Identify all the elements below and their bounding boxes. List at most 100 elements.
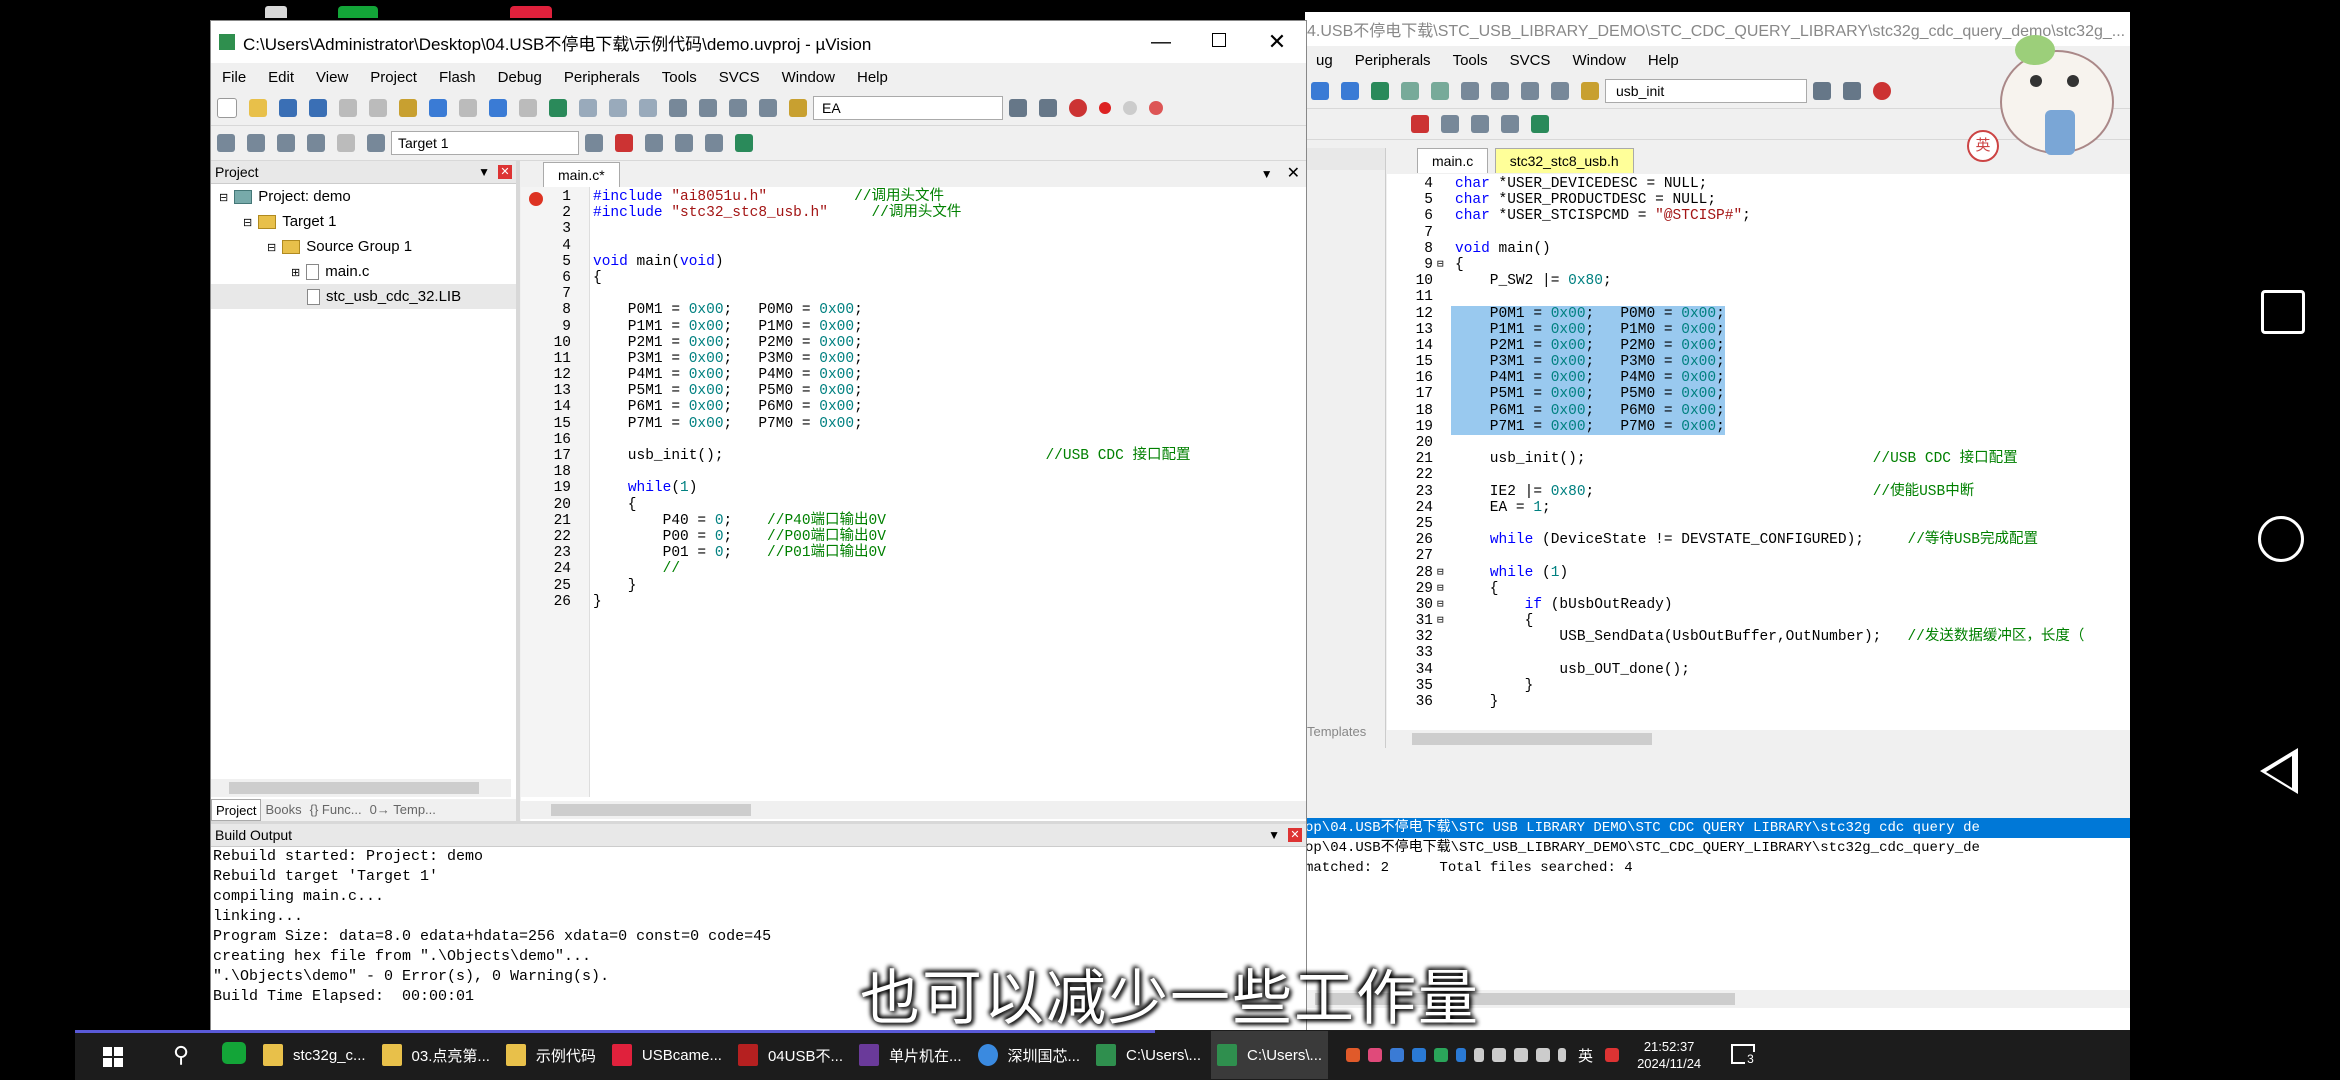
outdent-icon[interactable]: [1491, 82, 1509, 100]
incremental-find-icon[interactable]: [1843, 82, 1861, 100]
tab-functions[interactable]: {} Func...: [306, 799, 366, 821]
menu-item[interactable]: SVCS: [1499, 52, 1562, 69]
taskbar-item[interactable]: C:\Users\...: [1090, 1031, 1207, 1079]
code-line[interactable]: 32 USB_SendData(UsbOutBuffer,OutNumber);…: [1387, 629, 2130, 645]
panel-close-icon[interactable]: ✕: [498, 165, 512, 179]
tree-item-main-c[interactable]: ⊞ main.c: [211, 259, 516, 284]
indent-icon[interactable]: [1461, 82, 1479, 100]
code-line[interactable]: 25 }: [521, 578, 1306, 594]
code-line[interactable]: 8 P0M1 = 0x00; P0M0 = 0x00;: [521, 302, 1306, 318]
pin-icon[interactable]: ▼: [478, 165, 490, 179]
tree-item-target[interactable]: ⊟ Target 1: [211, 209, 516, 234]
wechat-taskbar-icon[interactable]: [211, 1041, 257, 1069]
taskbar-item[interactable]: 示例代码: [500, 1031, 602, 1079]
window2-tab-main[interactable]: main.c: [1417, 148, 1489, 173]
tab-list-icon[interactable]: ▼: [1261, 167, 1273, 181]
home-button[interactable]: [2258, 516, 2304, 562]
find-result-line[interactable]: op\04.USB不停电下载\STC USB LIBRARY DEMO\STC …: [1305, 818, 2130, 838]
menu-item[interactable]: Window: [771, 69, 846, 86]
breakpoint-disable-icon[interactable]: [1123, 101, 1137, 115]
code-line[interactable]: 6 char *USER_STCISPCMD = "@STCISP#";: [1387, 208, 2130, 224]
code-line[interactable]: 4: [521, 238, 1306, 254]
bookmark-clear-icon[interactable]: [639, 99, 657, 117]
code-line[interactable]: 10 P2M1 = 0x00; P2M0 = 0x00;: [521, 335, 1306, 351]
editor-hscrollbar[interactable]: [521, 801, 1306, 819]
code-line[interactable]: 8 void main(): [1387, 241, 2130, 257]
uncomment-icon[interactable]: [759, 99, 777, 117]
code-line[interactable]: 21 usb_init(); //USB CDC 接口配置: [1387, 451, 2130, 467]
pack-icon[interactable]: [1501, 115, 1519, 133]
manage-components-icon[interactable]: [645, 134, 663, 152]
panel-close-icon[interactable]: ✕: [1288, 828, 1302, 842]
target-select[interactable]: Target 1: [391, 131, 579, 155]
code-line[interactable]: 15 P3M1 = 0x00; P3M0 = 0x00;: [1387, 354, 2130, 371]
undo-icon[interactable]: [429, 99, 447, 117]
tab-close-icon[interactable]: ✕: [1287, 163, 1300, 183]
menu-item[interactable]: Flash: [428, 69, 487, 86]
code-line[interactable]: 16 P4M1 = 0x00; P4M0 = 0x00;: [1387, 370, 2130, 387]
select-pack-icon[interactable]: [675, 134, 693, 152]
stop-build-icon[interactable]: [337, 134, 355, 152]
code-line[interactable]: 26 while (DeviceState != DEVSTATE_CONFIG…: [1387, 532, 2130, 548]
cut-icon[interactable]: [339, 99, 357, 117]
taskbar-item[interactable]: 03.点亮第...: [376, 1031, 496, 1079]
taskbar-item[interactable]: 单片机在...: [853, 1031, 968, 1079]
rebuild-icon[interactable]: [277, 134, 295, 152]
tree-item-project[interactable]: ⊟ Project: demo: [211, 184, 516, 209]
pack-installer-icon[interactable]: [1531, 115, 1549, 133]
bookmark-icon[interactable]: [1371, 82, 1389, 100]
download-icon[interactable]: [367, 134, 385, 152]
network-icon[interactable]: [1514, 1048, 1529, 1062]
code-line[interactable]: 30 ⊟ if (bUsbOutReady): [1387, 597, 2130, 613]
window2-hscrollbar[interactable]: [1387, 730, 2130, 748]
taskbar-item-active[interactable]: C:\Users\...: [1211, 1031, 1329, 1079]
redo-icon[interactable]: [459, 99, 477, 117]
new-file-icon[interactable]: [217, 98, 237, 118]
code-line[interactable]: 3: [521, 221, 1306, 237]
code-line[interactable]: 5 void main(void): [521, 254, 1306, 270]
tray-icon[interactable]: [1492, 1048, 1507, 1062]
code-line[interactable]: 9 P1M1 = 0x00; P1M0 = 0x00;: [521, 319, 1306, 335]
security-icon[interactable]: [1605, 1048, 1620, 1062]
comment-icon[interactable]: [729, 99, 747, 117]
breakpoint-icon[interactable]: [1099, 102, 1111, 114]
fold-icon[interactable]: ⊟: [1437, 613, 1451, 629]
code-line[interactable]: 23 IE2 |= 0x80; //使能USB中断: [1387, 484, 2130, 500]
forward-icon[interactable]: [1341, 82, 1359, 100]
debug-icon[interactable]: [1873, 82, 1891, 100]
window2-tab-header[interactable]: stc32_stc8_usb.h: [1494, 148, 1634, 173]
code-line[interactable]: 18 P6M1 = 0x00; P6M0 = 0x00;: [1387, 402, 2130, 419]
tray-app-icon[interactable]: [1412, 1048, 1427, 1062]
tree-item-lib[interactable]: stc_usb_cdc_32.LIB: [211, 284, 516, 309]
code-line[interactable]: 35 }: [1387, 678, 2130, 694]
code-line[interactable]: 12 P0M1 = 0x00; P0M0 = 0x00;: [1387, 305, 2130, 322]
code-line[interactable]: 7: [1387, 225, 2130, 241]
menu-item[interactable]: SVCS: [708, 69, 771, 86]
close-button[interactable]: ✕: [1248, 29, 1306, 55]
save-all-icon[interactable]: [309, 99, 327, 117]
editor-tab-main[interactable]: main.c*: [543, 162, 620, 187]
pack-installer-icon[interactable]: [735, 134, 753, 152]
window2-search-combo[interactable]: usb_init: [1605, 79, 1807, 103]
code-line[interactable]: 19 P7M1 = 0x00; P7M0 = 0x00;: [1387, 418, 2130, 435]
bookmark-next-icon[interactable]: [1431, 82, 1449, 100]
tray-app-icon[interactable]: [1390, 1048, 1405, 1062]
comment-icon[interactable]: [1521, 82, 1539, 100]
bookmark-next-icon[interactable]: [609, 99, 627, 117]
tab-project[interactable]: Project: [211, 799, 262, 821]
volume-icon[interactable]: [1536, 1048, 1551, 1062]
code-line[interactable]: 9 ⊟{: [1387, 257, 2130, 273]
manage-icon[interactable]: [1441, 115, 1459, 133]
code-line[interactable]: 12 P4M1 = 0x00; P4M0 = 0x00;: [521, 367, 1306, 383]
code-line[interactable]: 15 P7M1 = 0x00; P7M0 = 0x00;: [521, 416, 1306, 432]
code-line[interactable]: 31 ⊟ {: [1387, 613, 2130, 629]
code-line[interactable]: 2 #include "stc32_stc8_usb.h" //调用头文件: [521, 205, 1306, 221]
code-line[interactable]: 20 {: [521, 497, 1306, 513]
incremental-find-icon[interactable]: [1039, 99, 1057, 117]
fold-icon[interactable]: ⊟: [1437, 565, 1451, 581]
code-line[interactable]: 13 P1M1 = 0x00; P1M0 = 0x00;: [1387, 321, 2130, 338]
code-line[interactable]: 6{: [521, 270, 1306, 286]
fold-icon[interactable]: ⊟: [1437, 257, 1451, 273]
menu-item[interactable]: Peripherals: [553, 69, 651, 86]
taskbar-item[interactable]: stc32g_c...: [257, 1031, 372, 1079]
